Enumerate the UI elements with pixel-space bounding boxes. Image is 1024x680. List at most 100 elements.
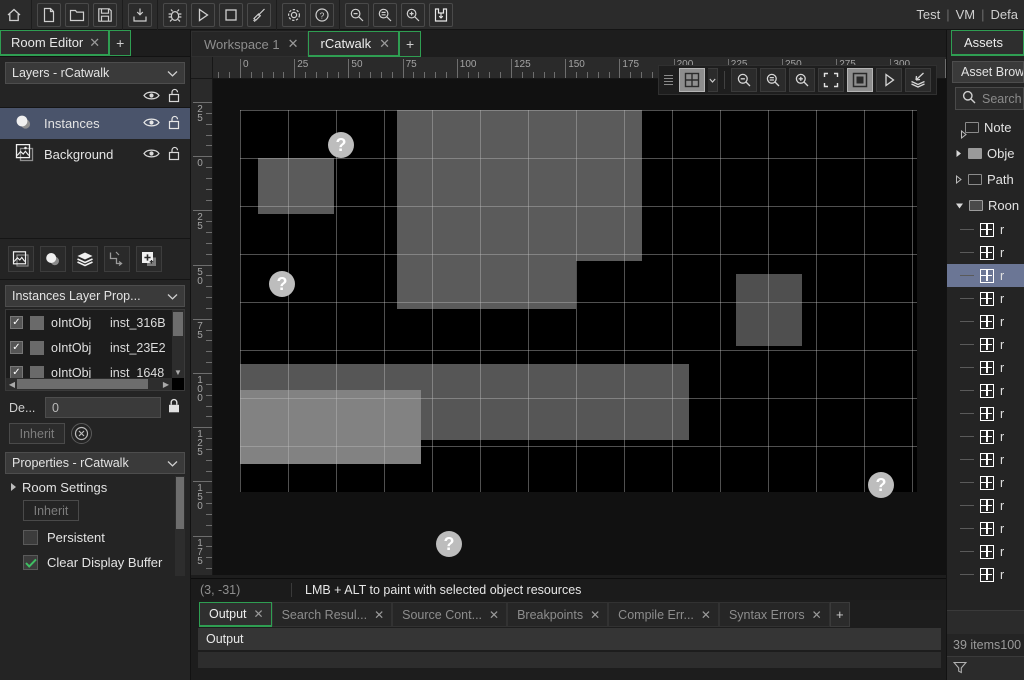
save-icon[interactable] (93, 2, 117, 27)
properties-combo[interactable]: Properties - rCatwalk (5, 452, 185, 474)
asset-browser-combo[interactable]: Asset Brow (952, 61, 1024, 83)
layer-row-instances[interactable]: Instances (0, 108, 190, 139)
asset-tree-item-room[interactable]: r (947, 333, 1024, 356)
instance-row[interactable]: ✓ oIntObj inst_23E2 (6, 335, 184, 360)
scroll-down-icon[interactable]: ▼ (172, 367, 184, 378)
tab-assets[interactable]: Assets (951, 30, 1024, 56)
tab-search-results[interactable]: Search Resul... ✕ (271, 602, 393, 627)
depth-input[interactable]: 0 (45, 397, 161, 418)
clear-display-buffer-checkbox[interactable] (23, 555, 38, 570)
close-icon[interactable]: ✕ (701, 608, 711, 622)
run-room-button[interactable] (876, 68, 902, 92)
asset-tree-item-room[interactable]: r (947, 471, 1024, 494)
properties-vscrollbar[interactable] (175, 476, 185, 576)
zoom-reset-button[interactable] (760, 68, 786, 92)
room-settings-section[interactable]: Room Settings (5, 476, 185, 498)
unlock-icon[interactable] (168, 115, 181, 133)
layers-combo[interactable]: Layers - rCatwalk (5, 62, 185, 84)
eye-icon[interactable] (143, 147, 160, 162)
tab-room-editor[interactable]: Room Editor ✕ (0, 30, 110, 56)
add-panel-tab-button[interactable]: + (109, 30, 132, 56)
tree-node-paths[interactable]: Path (947, 166, 1024, 192)
add-layer-button[interactable] (136, 246, 162, 272)
lock-icon[interactable] (167, 398, 181, 417)
layer-properties-combo[interactable]: Instances Layer Prop... (5, 285, 185, 307)
missing-sprite-marker[interactable]: ? (328, 132, 354, 158)
zoom-out-button[interactable] (731, 68, 757, 92)
asset-tree-item-room[interactable]: r (947, 379, 1024, 402)
scroll-right-icon[interactable]: ▶ (160, 380, 172, 389)
add-instance-layer-button[interactable] (40, 246, 66, 272)
eye-icon[interactable] (143, 90, 160, 104)
unlock-icon[interactable] (168, 146, 181, 164)
instance-row[interactable]: ✓ oIntObj inst_316B (6, 310, 184, 335)
output-content-body[interactable] (198, 652, 941, 668)
asset-search-input[interactable]: Search (955, 87, 1024, 110)
home-icon[interactable] (2, 3, 26, 27)
close-icon[interactable]: ✕ (374, 608, 384, 622)
scrollbar-thumb[interactable] (176, 477, 184, 529)
close-icon[interactable]: ✕ (254, 607, 264, 621)
fit-to-screen-button[interactable] (818, 68, 844, 92)
prop-row-persistent[interactable]: Persistent (5, 525, 185, 550)
instance-checkbox[interactable]: ✓ (10, 341, 23, 354)
chevron-right-filled-icon[interactable] (955, 146, 963, 161)
room-tile[interactable] (736, 274, 802, 346)
open-folder-icon[interactable] (65, 2, 89, 27)
tab-workspace-1[interactable]: Workspace 1 ✕ (191, 31, 308, 57)
close-icon[interactable]: ✕ (812, 608, 822, 622)
asset-tree-item-room[interactable]: r (947, 241, 1024, 264)
reset-icon[interactable] (71, 423, 92, 444)
asset-tree-item-room[interactable]: r (947, 402, 1024, 425)
tree-node-objects[interactable]: Obje (947, 140, 1024, 166)
tab-compile-errors[interactable]: Compile Err... ✕ (608, 602, 719, 627)
tree-node-rooms[interactable]: Roon (947, 192, 1024, 218)
instance-list[interactable]: ✓ oIntObj inst_316B ✓ oIntObj inst_23E2 … (5, 309, 185, 391)
save-all-icon[interactable] (128, 2, 152, 27)
asset-tree-item-room[interactable]: r (947, 517, 1024, 540)
add-background-layer-button[interactable] (8, 246, 34, 272)
inherit-button[interactable]: Inherit (9, 423, 65, 444)
add-output-tab-button[interactable]: + (829, 602, 850, 627)
zoom-out-icon[interactable] (345, 2, 369, 27)
asset-tree-item-room[interactable]: r (947, 425, 1024, 448)
chevron-right-icon[interactable] (955, 172, 963, 187)
zoom-in-button[interactable] (789, 68, 815, 92)
tree-node-notes[interactable]: Note (947, 114, 1024, 140)
help-question-icon[interactable]: ? (310, 2, 334, 27)
new-file-icon[interactable] (37, 2, 61, 27)
clean-broom-icon[interactable] (247, 2, 271, 27)
chevron-right-icon[interactable] (955, 123, 967, 140)
tab-breakpoints[interactable]: Breakpoints ✕ (507, 602, 609, 627)
tab-source-control[interactable]: Source Cont... ✕ (392, 602, 508, 627)
asset-tree-item-room[interactable]: r (947, 287, 1024, 310)
target-platform-icon[interactable] (429, 2, 453, 27)
add-path-layer-button[interactable] (104, 246, 130, 272)
grid-options-caret-icon[interactable] (708, 68, 718, 92)
tab-syntax-errors[interactable]: Syntax Errors ✕ (718, 602, 830, 627)
chevron-down-filled-icon[interactable] (955, 198, 964, 213)
filter-icon[interactable] (952, 661, 968, 677)
close-icon[interactable]: ✕ (288, 36, 299, 52)
asset-tree-item-room[interactable]: r (947, 494, 1024, 517)
asset-tree-item-room[interactable]: r (947, 540, 1024, 563)
scrollbar-thumb[interactable] (17, 379, 148, 389)
instance-list-vscrollbar[interactable]: ▼ (172, 310, 184, 378)
room-tile[interactable] (240, 390, 421, 464)
play-icon[interactable] (191, 2, 215, 27)
asset-tree-item-room[interactable]: r (947, 356, 1024, 379)
room-inherit-button[interactable]: Inherit (23, 500, 79, 521)
asset-tree-item-room[interactable]: r (947, 264, 1024, 287)
layer-visibility-button[interactable] (905, 68, 931, 92)
add-workspace-button[interactable]: + (399, 31, 422, 57)
asset-tree-item-room[interactable]: r (947, 563, 1024, 586)
close-icon[interactable]: ✕ (489, 608, 499, 622)
layer-row-background[interactable]: Background (0, 139, 190, 170)
debug-bug-icon[interactable] (163, 2, 187, 27)
asset-tree-item-room[interactable]: r (947, 310, 1024, 333)
stop-icon[interactable] (219, 2, 243, 27)
asset-tree-item-room[interactable]: r (947, 218, 1024, 241)
unlock-icon[interactable] (168, 88, 181, 106)
room-canvas[interactable]: ???? (213, 79, 946, 575)
zoom-reset-icon[interactable] (373, 2, 397, 27)
